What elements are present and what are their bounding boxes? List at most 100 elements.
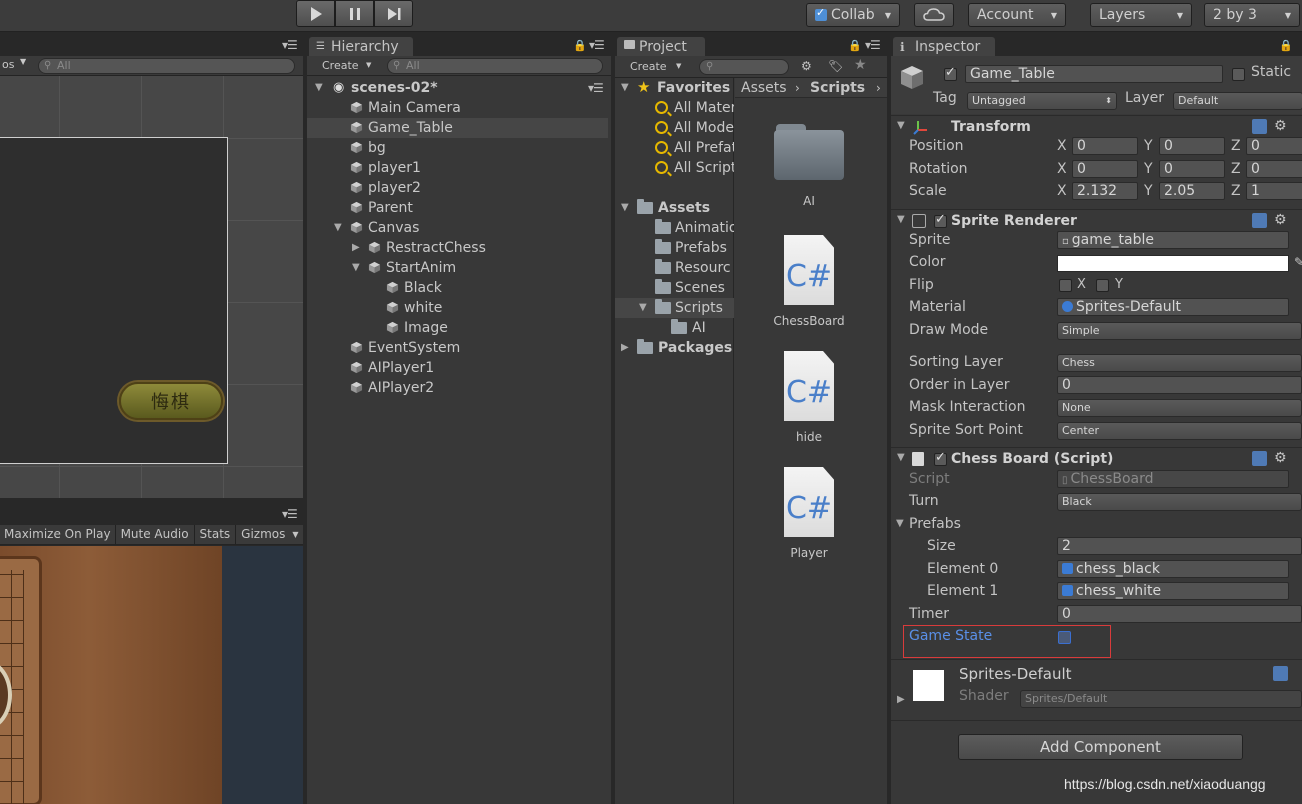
material-field[interactable]: Sprites-Default [1057, 298, 1289, 316]
settings-sliders-icon[interactable]: ⚙ [1274, 450, 1287, 466]
asset-folder-item[interactable]: Resourc [615, 258, 734, 278]
hierarchy-item[interactable]: white [307, 298, 608, 318]
scale-y-field[interactable]: 2.05 [1159, 182, 1225, 200]
hierarchy-item[interactable]: AIPlayer1 [307, 358, 608, 378]
tag-dropdown[interactable]: Untagged ⬍ [967, 92, 1117, 110]
position-z-field[interactable]: 0 [1246, 137, 1302, 155]
object-name-field[interactable]: Game_Table [965, 65, 1223, 83]
rotation-x-field[interactable]: 0 [1072, 160, 1138, 178]
tab-project[interactable]: Project [617, 37, 705, 57]
collapse-arrow-icon[interactable]: ▶ [621, 338, 629, 358]
panel-menu-icon[interactable]: ▾☰ [282, 38, 298, 52]
scene-view[interactable]: 悔棋 [0, 76, 303, 498]
asset-folder-item[interactable]: AI [615, 318, 734, 338]
chess-board-enabled-checkbox[interactable] [934, 450, 947, 466]
collapse-arrow-icon[interactable]: ▶ [897, 694, 905, 705]
hierarchy-item[interactable]: ▼ StartAnim [307, 258, 608, 278]
asset-folder-item[interactable]: Scenes [615, 278, 734, 298]
position-y-field[interactable]: 0 [1159, 137, 1225, 155]
help-icon[interactable] [1252, 213, 1267, 228]
project-search-input[interactable]: ⚲ [699, 59, 789, 75]
expand-arrow-icon[interactable]: ▼ [352, 258, 360, 278]
expand-arrow-icon[interactable]: ▼ [621, 198, 629, 218]
expand-arrow-icon[interactable]: ▼ [897, 120, 905, 131]
favorite-item[interactable]: All Script [615, 158, 734, 178]
hierarchy-item[interactable]: ▶ RestractChess [307, 238, 608, 258]
favorites-row[interactable]: ▼ ★ Favorites [615, 78, 734, 98]
flip-y-checkbox[interactable] [1096, 279, 1109, 292]
panel-menu-icon[interactable]: ▾☰ [282, 507, 298, 521]
rotation-z-field[interactable]: 0 [1246, 160, 1302, 178]
sorting-layer-dropdown[interactable]: Chess [1057, 354, 1302, 372]
expand-arrow-icon[interactable]: ▼ [334, 218, 342, 238]
cloud-button[interactable] [914, 3, 954, 27]
order-in-layer-field[interactable]: 0 [1057, 376, 1302, 394]
favorite-star-icon[interactable]: ★ [854, 57, 867, 73]
layout-dropdown[interactable]: 2 by 3 ▼ [1204, 3, 1300, 27]
sprite-field[interactable]: ▫ game_table [1057, 231, 1289, 249]
sprite-renderer-header[interactable]: ▼ Sprite Renderer ⚙ [891, 209, 1302, 231]
step-button[interactable] [374, 0, 413, 27]
scale-x-field[interactable]: 2.132 [1072, 182, 1138, 200]
help-icon[interactable] [1252, 451, 1267, 466]
mute-audio-toggle[interactable]: Mute Audio [116, 525, 195, 544]
assets-row[interactable]: ▼ Assets [615, 198, 734, 218]
filter-by-label-icon[interactable]: 🏷 [828, 59, 843, 73]
tab-inspector[interactable]: ℹ Inspector [893, 37, 995, 57]
scene-root-row[interactable]: ▼ ◉ scenes-02* ▾☰ [307, 78, 608, 98]
eyedropper-icon[interactable]: ✎ [1294, 255, 1302, 269]
shader-dropdown[interactable]: Sprites/Default [1020, 690, 1302, 708]
play-button[interactable] [296, 0, 335, 27]
help-icon[interactable] [1252, 119, 1267, 134]
lock-icon[interactable]: 🔒 [848, 39, 862, 52]
settings-sliders-icon[interactable]: ⚙ [1274, 212, 1287, 228]
panel-menu-icon[interactable]: ▾☰ [589, 38, 605, 52]
chess-board-header[interactable]: ▼ Chess Board (Script) ⚙ [891, 447, 1302, 469]
layers-dropdown[interactable]: Layers ▼ [1090, 3, 1192, 27]
account-dropdown[interactable]: Account ▼ [968, 3, 1066, 27]
expand-arrow-icon[interactable]: ▼ [897, 214, 905, 225]
static-checkbox[interactable] [1232, 68, 1245, 81]
scale-z-field[interactable]: 1 [1246, 182, 1302, 200]
hierarchy-item[interactable]: AIPlayer2 [307, 378, 608, 398]
asset-ai-folder[interactable]: AI [754, 124, 864, 208]
size-field[interactable]: 2 [1057, 537, 1302, 555]
breadcrumb-assets[interactable]: Assets [741, 78, 787, 98]
gizmos-toggle[interactable]: Gizmos [236, 525, 290, 544]
expand-arrow-icon[interactable]: ▼ [896, 518, 904, 529]
collab-button[interactable]: ✓ Collab ▼ [806, 3, 900, 27]
asset-folder-item[interactable]: Animatio [615, 218, 734, 238]
rotation-y-field[interactable]: 0 [1159, 160, 1225, 178]
game-view[interactable] [0, 546, 303, 804]
color-swatch[interactable] [1057, 255, 1289, 272]
restract-chess-button[interactable]: 悔棋 [119, 382, 223, 420]
timer-field[interactable]: 0 [1057, 605, 1302, 623]
create-button[interactable]: Create [630, 60, 667, 73]
hierarchy-search-input[interactable]: ⚲ All [387, 58, 603, 74]
settings-sliders-icon[interactable]: ⚙ [1274, 118, 1287, 134]
packages-row[interactable]: ▶ Packages [615, 338, 734, 358]
draw-mode-dropdown[interactable]: Simple [1057, 322, 1302, 340]
mask-interaction-dropdown[interactable]: None [1057, 399, 1302, 417]
maximize-on-play-toggle[interactable]: Maximize On Play [0, 525, 116, 544]
create-button[interactable]: Create [322, 59, 359, 72]
transform-header[interactable]: ▼ Transform ⚙ [891, 115, 1302, 137]
scene-menu-icon[interactable]: ▾☰ [588, 78, 604, 98]
gizmos-partial-label[interactable]: os [2, 58, 14, 71]
sprite-renderer-enabled-checkbox[interactable] [934, 212, 947, 228]
active-checkbox[interactable] [944, 65, 957, 81]
expand-arrow-icon[interactable]: ▼ [621, 78, 629, 98]
stats-toggle[interactable]: Stats [195, 525, 237, 544]
hierarchy-item[interactable]: ▼ Canvas [307, 218, 608, 238]
hierarchy-item[interactable]: Parent [307, 198, 608, 218]
favorite-item[interactable]: All Prefat [615, 138, 734, 158]
asset-folder-item[interactable]: ▼ Scripts [615, 298, 734, 318]
hierarchy-item[interactable]: player1 [307, 158, 608, 178]
position-x-field[interactable]: 0 [1072, 137, 1138, 155]
pause-button[interactable] [335, 0, 374, 27]
layer-dropdown[interactable]: Default [1173, 92, 1302, 110]
hierarchy-item[interactable]: Image [307, 318, 608, 338]
game-state-checkbox[interactable] [1058, 631, 1071, 644]
expand-arrow-icon[interactable]: ▼ [639, 298, 647, 318]
lock-icon[interactable]: 🔒 [1279, 39, 1293, 52]
